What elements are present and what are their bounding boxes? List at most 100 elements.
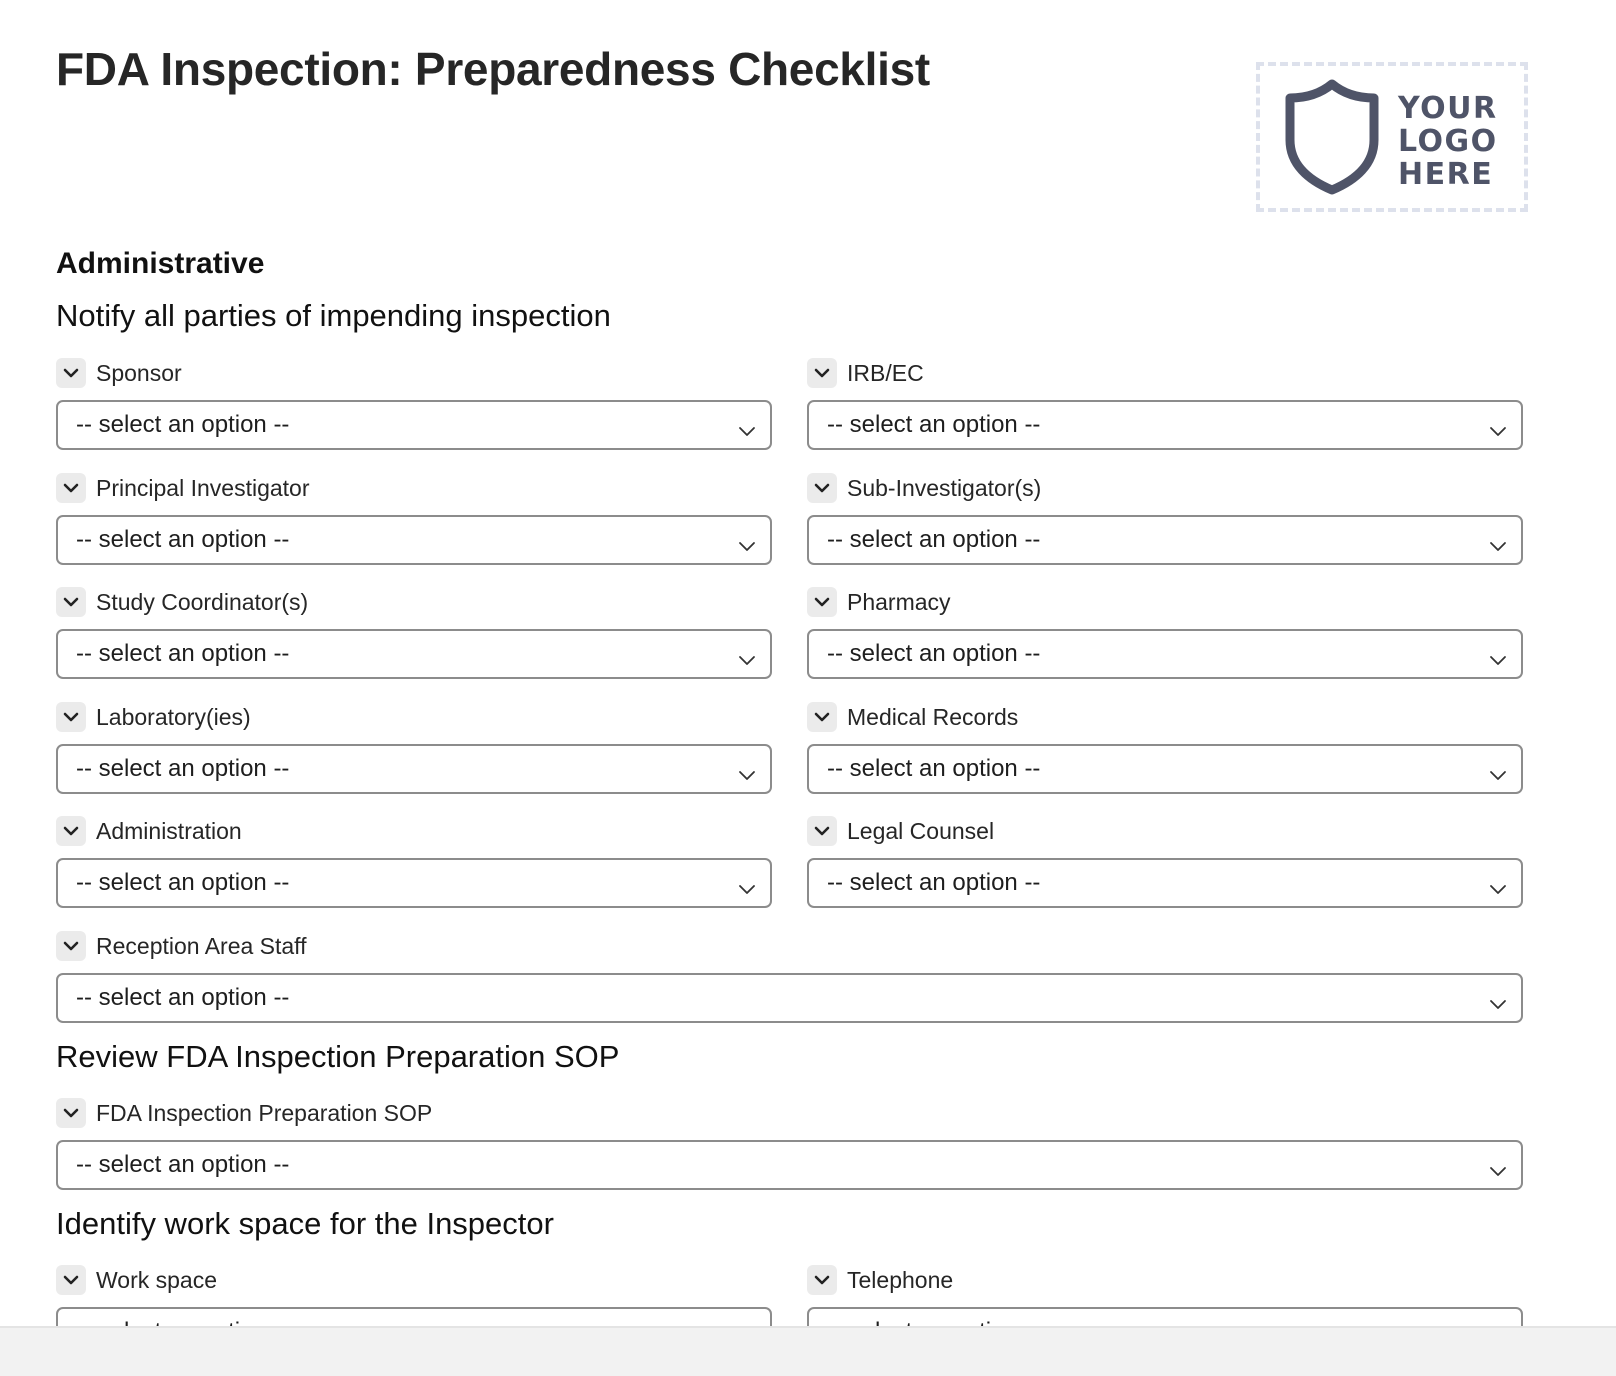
field-label: Laboratory(ies) <box>96 703 251 730</box>
dropdown-chevron-icon <box>738 646 756 674</box>
logo-line: HERE <box>1398 157 1494 192</box>
section-heading-administrative: Administrative <box>56 247 265 280</box>
chevron-down-icon <box>814 826 830 836</box>
subsection-heading-review-sop: Review FDA Inspection Preparation SOP <box>56 1039 620 1074</box>
collapse-toggle-button[interactable] <box>56 587 86 617</box>
option-select[interactable]: -- select an option -- <box>807 515 1523 565</box>
collapse-toggle-button[interactable] <box>56 702 86 732</box>
dropdown-chevron-icon <box>738 875 756 903</box>
field-label-row: Principal Investigator <box>56 473 772 503</box>
field-label: IRB/EC <box>847 359 924 386</box>
bottom-bar <box>0 1326 1616 1376</box>
checklist-field: Reception Area Staff -- select an option … <box>56 931 1523 1023</box>
shield-icon <box>1285 79 1379 195</box>
collapse-toggle-button[interactable] <box>56 816 86 846</box>
checklist-field: Principal Investigator -- select an optio… <box>56 473 772 565</box>
chevron-down-icon <box>63 712 79 722</box>
chevron-down-icon <box>814 483 830 493</box>
option-select[interactable]: -- select an option -- <box>56 858 772 908</box>
option-select[interactable]: -- select an option -- <box>56 744 772 794</box>
select-value: -- select an option -- <box>827 526 1041 553</box>
option-select[interactable]: -- select an option -- <box>56 973 1523 1023</box>
select-value: -- select an option -- <box>827 640 1041 667</box>
field-label-row: Pharmacy <box>807 587 1523 617</box>
dropdown-chevron-icon <box>1489 990 1507 1018</box>
option-select[interactable]: -- select an option -- <box>807 858 1523 908</box>
checklist-field: Laboratory(ies) -- select an option -- <box>56 702 772 794</box>
field-label: Legal Counsel <box>847 817 995 844</box>
checklist-field: Pharmacy -- select an option -- <box>807 587 1523 679</box>
select-value: -- select an option -- <box>76 755 290 782</box>
chevron-down-icon <box>814 712 830 722</box>
option-select[interactable]: -- select an option -- <box>807 400 1523 450</box>
field-label-row: FDA Inspection Preparation SOP <box>56 1098 1523 1128</box>
chevron-down-icon <box>63 1108 79 1118</box>
logo-line: LOGO <box>1398 124 1498 159</box>
collapse-toggle-button[interactable] <box>807 473 837 503</box>
collapse-toggle-button[interactable] <box>807 1265 837 1295</box>
field-label-row: Legal Counsel <box>807 816 1523 846</box>
field-label: Principal Investigator <box>96 474 310 501</box>
collapse-toggle-button[interactable] <box>807 816 837 846</box>
collapse-toggle-button[interactable] <box>807 702 837 732</box>
logo-line: YOUR <box>1398 91 1498 126</box>
select-value: -- select an option -- <box>827 411 1041 438</box>
dropdown-chevron-icon <box>738 417 756 445</box>
subsection-heading-notify: Notify all parties of impending inspecti… <box>56 298 611 333</box>
collapse-toggle-button[interactable] <box>56 358 86 388</box>
dropdown-chevron-icon <box>1489 1157 1507 1185</box>
option-select[interactable]: -- select an option -- <box>807 744 1523 794</box>
checklist-field: Study Coordinator(s) -- select an option … <box>56 587 772 679</box>
field-label-row: Administration <box>56 816 772 846</box>
field-label-row: Sub-Investigator(s) <box>807 473 1523 503</box>
field-label-row: Work space <box>56 1265 772 1295</box>
subsection-heading-workspace: Identify work space for the Inspector <box>56 1206 554 1241</box>
select-value: -- select an option -- <box>76 984 290 1011</box>
select-value: -- select an option -- <box>827 755 1041 782</box>
collapse-toggle-button[interactable] <box>807 358 837 388</box>
collapse-toggle-button[interactable] <box>807 587 837 617</box>
dropdown-chevron-icon <box>738 761 756 789</box>
chevron-down-icon <box>63 1275 79 1285</box>
page-title: FDA Inspection: Preparedness Checklist <box>56 43 930 95</box>
option-select[interactable]: -- select an option -- <box>807 629 1523 679</box>
field-label-row: Study Coordinator(s) <box>56 587 772 617</box>
field-label: FDA Inspection Preparation SOP <box>96 1099 433 1126</box>
chevron-down-icon <box>814 368 830 378</box>
option-select[interactable]: -- select an option -- <box>56 629 772 679</box>
option-select[interactable]: -- select an option -- <box>56 400 772 450</box>
chevron-down-icon <box>814 597 830 607</box>
field-label: Telephone <box>847 1266 954 1293</box>
field-label: Sponsor <box>96 359 182 386</box>
field-label: Medical Records <box>847 703 1019 730</box>
field-label: Study Coordinator(s) <box>96 588 309 615</box>
select-value: -- select an option -- <box>76 1151 290 1178</box>
field-label-row: Laboratory(ies) <box>56 702 772 732</box>
select-value: -- select an option -- <box>76 869 290 896</box>
option-select[interactable]: -- select an option -- <box>56 515 772 565</box>
collapse-toggle-button[interactable] <box>56 1265 86 1295</box>
field-label: Reception Area Staff <box>96 932 307 959</box>
checklist-field: Telephone-- select an option -- <box>807 1265 1523 1357</box>
chevron-down-icon <box>63 597 79 607</box>
collapse-toggle-button[interactable] <box>56 1098 86 1128</box>
field-label-row: Reception Area Staff <box>56 931 1523 961</box>
select-value: -- select an option -- <box>76 411 290 438</box>
dropdown-chevron-icon <box>1489 646 1507 674</box>
option-select[interactable]: -- select an option -- <box>56 1140 1523 1190</box>
checklist-field: Sub-Investigator(s) -- select an option -… <box>807 473 1523 565</box>
chevron-down-icon <box>63 941 79 951</box>
field-label-row: Sponsor <box>56 358 772 388</box>
chevron-down-icon <box>63 483 79 493</box>
dropdown-chevron-icon <box>1489 875 1507 903</box>
checklist-field: Work space-- select an option -- <box>56 1265 772 1357</box>
dropdown-chevron-icon <box>1489 532 1507 560</box>
dropdown-chevron-icon <box>1489 417 1507 445</box>
checklist-field: FDA Inspection Preparation SOP -- select … <box>56 1098 1523 1190</box>
collapse-toggle-button[interactable] <box>56 473 86 503</box>
select-value: -- select an option -- <box>76 526 290 553</box>
collapse-toggle-button[interactable] <box>56 931 86 961</box>
field-label: Administration <box>96 817 242 844</box>
chevron-down-icon <box>63 826 79 836</box>
dropdown-chevron-icon <box>1489 761 1507 789</box>
